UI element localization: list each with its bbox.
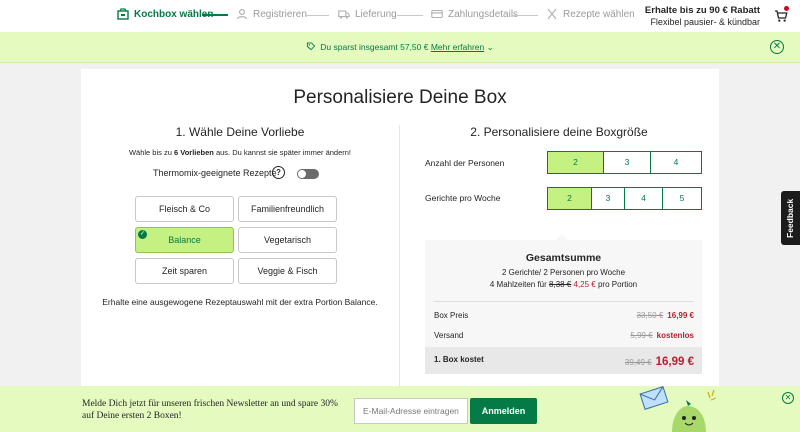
box-icon — [117, 8, 129, 20]
preference-familienfreundlich[interactable]: Familienfreundlich — [238, 196, 337, 222]
cart-icon[interactable] — [774, 9, 788, 23]
question-icon[interactable]: ? — [272, 166, 285, 179]
page-title: Personalisiere Deine Box — [293, 87, 507, 108]
box-price-value: 33,50 €16,99 € — [637, 311, 694, 320]
preference-label: Familienfreundlich — [250, 204, 325, 214]
step-connector — [397, 15, 423, 16]
boxsize-title: 2. Personalisiere deine Boxgröße — [470, 125, 648, 139]
box-price-label: Box Preis — [434, 311, 469, 320]
step-label: Registrieren — [253, 8, 307, 20]
persons-selector: 2 3 4 — [547, 151, 702, 174]
hint-text: aus. Du kannst sie später immer ändern! — [213, 148, 352, 157]
preference-veggie-fisch[interactable]: Veggie & Fisch — [238, 258, 337, 284]
preference-vegetarisch[interactable]: Vegetarisch — [238, 227, 337, 253]
preferences-title: 1. Wähle Deine Vorliebe — [175, 125, 305, 139]
feedback-tab[interactable]: Feedback — [781, 191, 800, 245]
utensils-icon — [547, 8, 557, 20]
step-connector — [305, 15, 329, 16]
shipping-value: 5,99 € kostenlos — [630, 331, 694, 340]
step-lieferung: Lieferung — [338, 8, 397, 20]
step-label: Zahlungsdetails — [448, 8, 519, 20]
summary-pointer — [556, 234, 568, 240]
close-icon[interactable]: ✕ — [782, 392, 794, 404]
close-icon[interactable]: ✕ — [770, 40, 784, 54]
summary-divider — [433, 301, 694, 302]
preference-label: Balance — [168, 235, 201, 245]
per-portion-new-price: 4,25 € — [573, 280, 596, 289]
box-price-new: 16,99 € — [667, 311, 694, 320]
subscribe-button[interactable]: Anmelden — [470, 398, 537, 424]
cart-badge — [784, 6, 789, 11]
total-row: 1. Box kostet 39,49 €16,99 € — [425, 347, 702, 374]
step-connector — [202, 14, 228, 16]
summary-plan: 2 Gerichte/ 2 Personen pro Woche — [501, 268, 626, 277]
per-portion-text: pro Portion — [595, 280, 638, 289]
total-new: 16,99 € — [655, 356, 694, 368]
preferences-hint: Wähle bis zu 6 Vorlieben aus. Du kannst … — [81, 148, 399, 157]
price-summary: Gesamtsumme 2 Gerichte/ 2 Personen pro W… — [425, 234, 702, 374]
promo-headline: Erhalte bis zu 90 € Rabatt — [644, 5, 760, 16]
savings-text: Du sparst insgesamt 57,50 € — [320, 42, 429, 52]
newsletter-message: Melde Dich jetzt für unseren frischen Ne… — [82, 399, 338, 421]
savings-banner: Du sparst insgesamt 57,50 € Mehr erfahre… — [0, 32, 800, 63]
preference-label: Zeit sparen — [161, 266, 208, 276]
newsletter-illustration — [639, 386, 717, 432]
step-zahlungsdetails: Zahlungsdetails — [431, 8, 518, 20]
meals-option-4[interactable]: 4 — [625, 188, 663, 209]
promo-subline: Flexibel pausier- & kündbar — [650, 17, 760, 27]
per-portion-text: 4 Mahlzeiten für — [489, 280, 550, 289]
total-label: 1. Box kostet — [434, 355, 484, 364]
chevron-down-icon[interactable]: ⌄ — [487, 42, 494, 52]
checkout-stepper: Kochbox wählen Registrieren Lieferung Za… — [0, 0, 800, 32]
savings-more-link[interactable]: Mehr erfahren — [431, 42, 484, 52]
hint-count: 6 Vorlieben — [174, 148, 214, 157]
per-portion-old-price: 8,38 € — [549, 280, 572, 289]
box-configurator: Personalisiere Deine Box 1. Wähle Deine … — [81, 69, 719, 389]
preference-fleisch[interactable]: Fleisch & Co — [135, 196, 234, 222]
shipping-new: kostenlos — [656, 331, 694, 340]
summary-per-portion: 4 Mahlzeiten für 8,38 € 4,25 € pro Porti… — [425, 280, 702, 289]
persons-label: Anzahl der Personen — [425, 158, 505, 168]
thermomix-label: Thermomix-geeignete Rezepte — [153, 168, 277, 178]
persons-option-2[interactable]: 2 — [548, 152, 604, 173]
preference-label: Vegetarisch — [263, 235, 312, 245]
preference-label: Veggie & Fisch — [257, 266, 318, 276]
meals-selector: 2 3 4 5 — [547, 187, 702, 210]
discount-promo: Erhalte bis zu 90 € Rabatt Flexibel paus… — [645, 5, 760, 27]
step-kochbox[interactable]: Kochbox wählen — [117, 8, 213, 20]
box-price-old: 33,50 € — [636, 311, 664, 320]
preference-label: Fleisch & Co — [158, 204, 211, 214]
persons-option-4[interactable]: 4 — [651, 152, 701, 173]
hint-text: Wähle bis zu — [128, 148, 174, 157]
email-field[interactable]: E-Mail-Adresse eintragen — [354, 398, 468, 424]
truck-icon — [338, 10, 350, 19]
step-label: Rezepte wählen — [563, 8, 635, 20]
meals-label: Gerichte pro Woche — [425, 193, 501, 203]
preference-description: Erhalte eine ausgewogene Rezeptauswahl m… — [102, 297, 378, 307]
thermomix-toggle[interactable] — [297, 169, 319, 179]
user-icon — [236, 8, 248, 20]
column-divider — [399, 125, 400, 389]
preference-zeit-sparen[interactable]: Zeit sparen — [135, 258, 234, 284]
card-icon — [431, 9, 443, 19]
shipping-label: Versand — [434, 331, 464, 340]
step-rezepte: Rezepte wählen — [546, 8, 635, 20]
step-registrieren: Registrieren — [236, 8, 307, 20]
total-value: 39,49 €16,99 € — [625, 352, 694, 370]
shipping-old: 5,99 € — [630, 331, 653, 340]
meals-option-5[interactable]: 5 — [663, 188, 701, 209]
toggle-knob — [298, 170, 306, 178]
total-old: 39,49 € — [624, 358, 652, 367]
summary-title: Gesamtsumme — [525, 252, 602, 264]
check-icon: ✓ — [138, 230, 147, 239]
preference-balance[interactable]: ✓ Balance — [135, 227, 234, 253]
newsletter-bar: Melde Dich jetzt für unseren frischen Ne… — [0, 386, 800, 432]
tag-icon — [307, 42, 316, 51]
meals-option-2[interactable]: 2 — [548, 188, 592, 209]
persons-option-3[interactable]: 3 — [604, 152, 651, 173]
step-connector — [512, 15, 538, 16]
meals-option-3[interactable]: 3 — [592, 188, 625, 209]
step-label: Lieferung — [355, 8, 397, 20]
savings-text-row: Du sparst insgesamt 57,50 € Mehr erfahre… — [0, 42, 800, 53]
